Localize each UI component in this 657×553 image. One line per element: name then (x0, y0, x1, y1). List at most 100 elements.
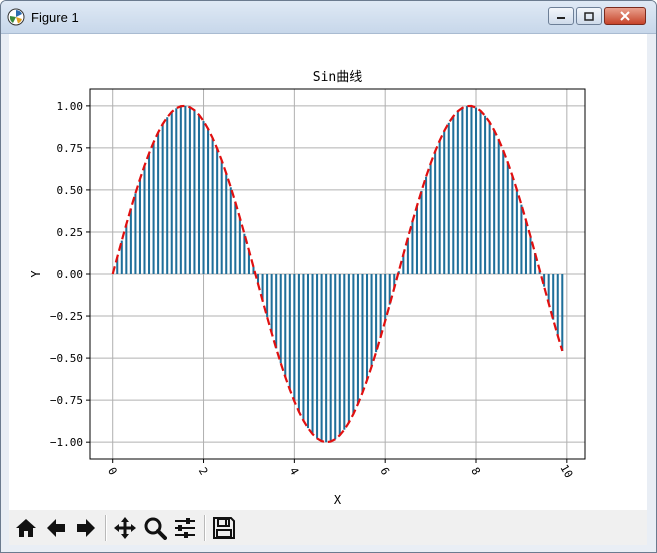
bar (238, 217, 241, 274)
bar (211, 138, 214, 274)
bar (207, 128, 210, 274)
bar (316, 274, 319, 439)
bar (229, 187, 232, 274)
zoom-icon (144, 517, 167, 540)
bar (443, 130, 446, 274)
forward-button[interactable] (73, 514, 99, 542)
bar (134, 193, 137, 274)
bar (279, 274, 282, 364)
bar (506, 162, 509, 274)
bar (275, 274, 278, 349)
bar (302, 274, 305, 421)
y-tick-label: 0.25 (57, 226, 84, 239)
bar (511, 175, 514, 274)
bar (293, 274, 296, 402)
minimize-button[interactable] (548, 7, 574, 25)
bar (461, 107, 464, 274)
y-tick-label: 0.50 (57, 184, 84, 197)
bar (547, 274, 550, 304)
y-tick-label: 1.00 (57, 100, 84, 113)
bar (197, 114, 201, 274)
navigation-toolbar (9, 510, 647, 545)
bar (402, 254, 405, 274)
close-icon (620, 11, 630, 21)
home-button[interactable] (13, 514, 39, 542)
bar (452, 116, 455, 275)
bar (329, 274, 332, 442)
y-tick-label: 0.00 (57, 268, 84, 281)
bar (515, 189, 518, 274)
bar (325, 274, 328, 443)
bar (202, 121, 205, 274)
x-tick-label: 8 (468, 465, 483, 477)
bar (352, 274, 355, 414)
title-bar[interactable]: Figure 1 (1, 1, 656, 34)
y-tick-label: −1.00 (50, 436, 83, 449)
bar (552, 274, 555, 320)
bar (129, 208, 132, 274)
bar (447, 122, 450, 274)
chart-title: Sin曲线 (313, 70, 362, 85)
bar (175, 108, 178, 274)
bar (184, 105, 187, 274)
bar (556, 274, 559, 336)
bar (488, 122, 491, 274)
bar (411, 221, 414, 274)
bar (334, 274, 337, 440)
bar (365, 274, 369, 381)
back-button[interactable] (43, 514, 69, 542)
bar (157, 132, 160, 274)
bar (270, 274, 273, 333)
bar (470, 105, 473, 274)
pan-button[interactable] (112, 514, 138, 542)
bar (306, 274, 310, 429)
bar (288, 274, 291, 390)
x-tick-label: 4 (287, 465, 302, 478)
forward-icon (77, 518, 95, 537)
y-tick-label: −0.75 (50, 394, 83, 407)
bar (311, 274, 314, 435)
x-tick-label: 0 (105, 465, 120, 477)
bar (193, 110, 196, 274)
bar (497, 139, 500, 274)
close-button[interactable] (604, 7, 646, 25)
bar (161, 124, 164, 274)
zoom-button[interactable] (142, 514, 168, 542)
bar (338, 274, 341, 436)
matplotlib-logo-icon (7, 8, 25, 26)
bar (356, 274, 359, 404)
bar (456, 111, 459, 275)
figure-window: Figure 1 0 2 4 6 8 10 −1.00 −0.75 −0.50 −0.25 0.00… (0, 0, 657, 553)
bar (429, 163, 432, 274)
bar (152, 142, 155, 274)
grid (90, 89, 585, 459)
y-tick-label: −0.25 (50, 310, 83, 323)
y-tick-label: 0.75 (57, 142, 84, 155)
configure-subplots-icon (175, 517, 195, 538)
save-button[interactable] (211, 514, 237, 542)
toolbar-separator (105, 514, 106, 541)
bar (479, 110, 482, 274)
bar (179, 106, 182, 275)
bar (138, 179, 141, 274)
bar (125, 224, 128, 274)
figure-canvas[interactable]: 0 2 4 6 8 10 −1.00 −0.75 −0.50 −0.25 0.00 0.25 0.50 0… (9, 34, 647, 545)
bar (493, 130, 496, 274)
configure-subplots-button[interactable] (172, 514, 198, 542)
bar (216, 148, 219, 274)
bar (284, 274, 287, 377)
bar (474, 107, 478, 274)
bar (297, 274, 300, 412)
bar (524, 220, 527, 274)
x-tick-label: 10 (557, 462, 575, 480)
window-controls (546, 7, 646, 25)
bar (188, 107, 191, 275)
y-tick-label: −0.50 (50, 352, 83, 365)
maximize-button[interactable] (576, 7, 602, 25)
sin-chart: 0 2 4 6 8 10 −1.00 −0.75 −0.50 −0.25 0.00 0.25 0.50 0… (29, 70, 586, 507)
bar (375, 274, 378, 353)
bar (143, 165, 146, 274)
x-tick-label: 2 (196, 465, 211, 477)
x-tick-label: 6 (377, 465, 392, 477)
bar (220, 160, 223, 274)
